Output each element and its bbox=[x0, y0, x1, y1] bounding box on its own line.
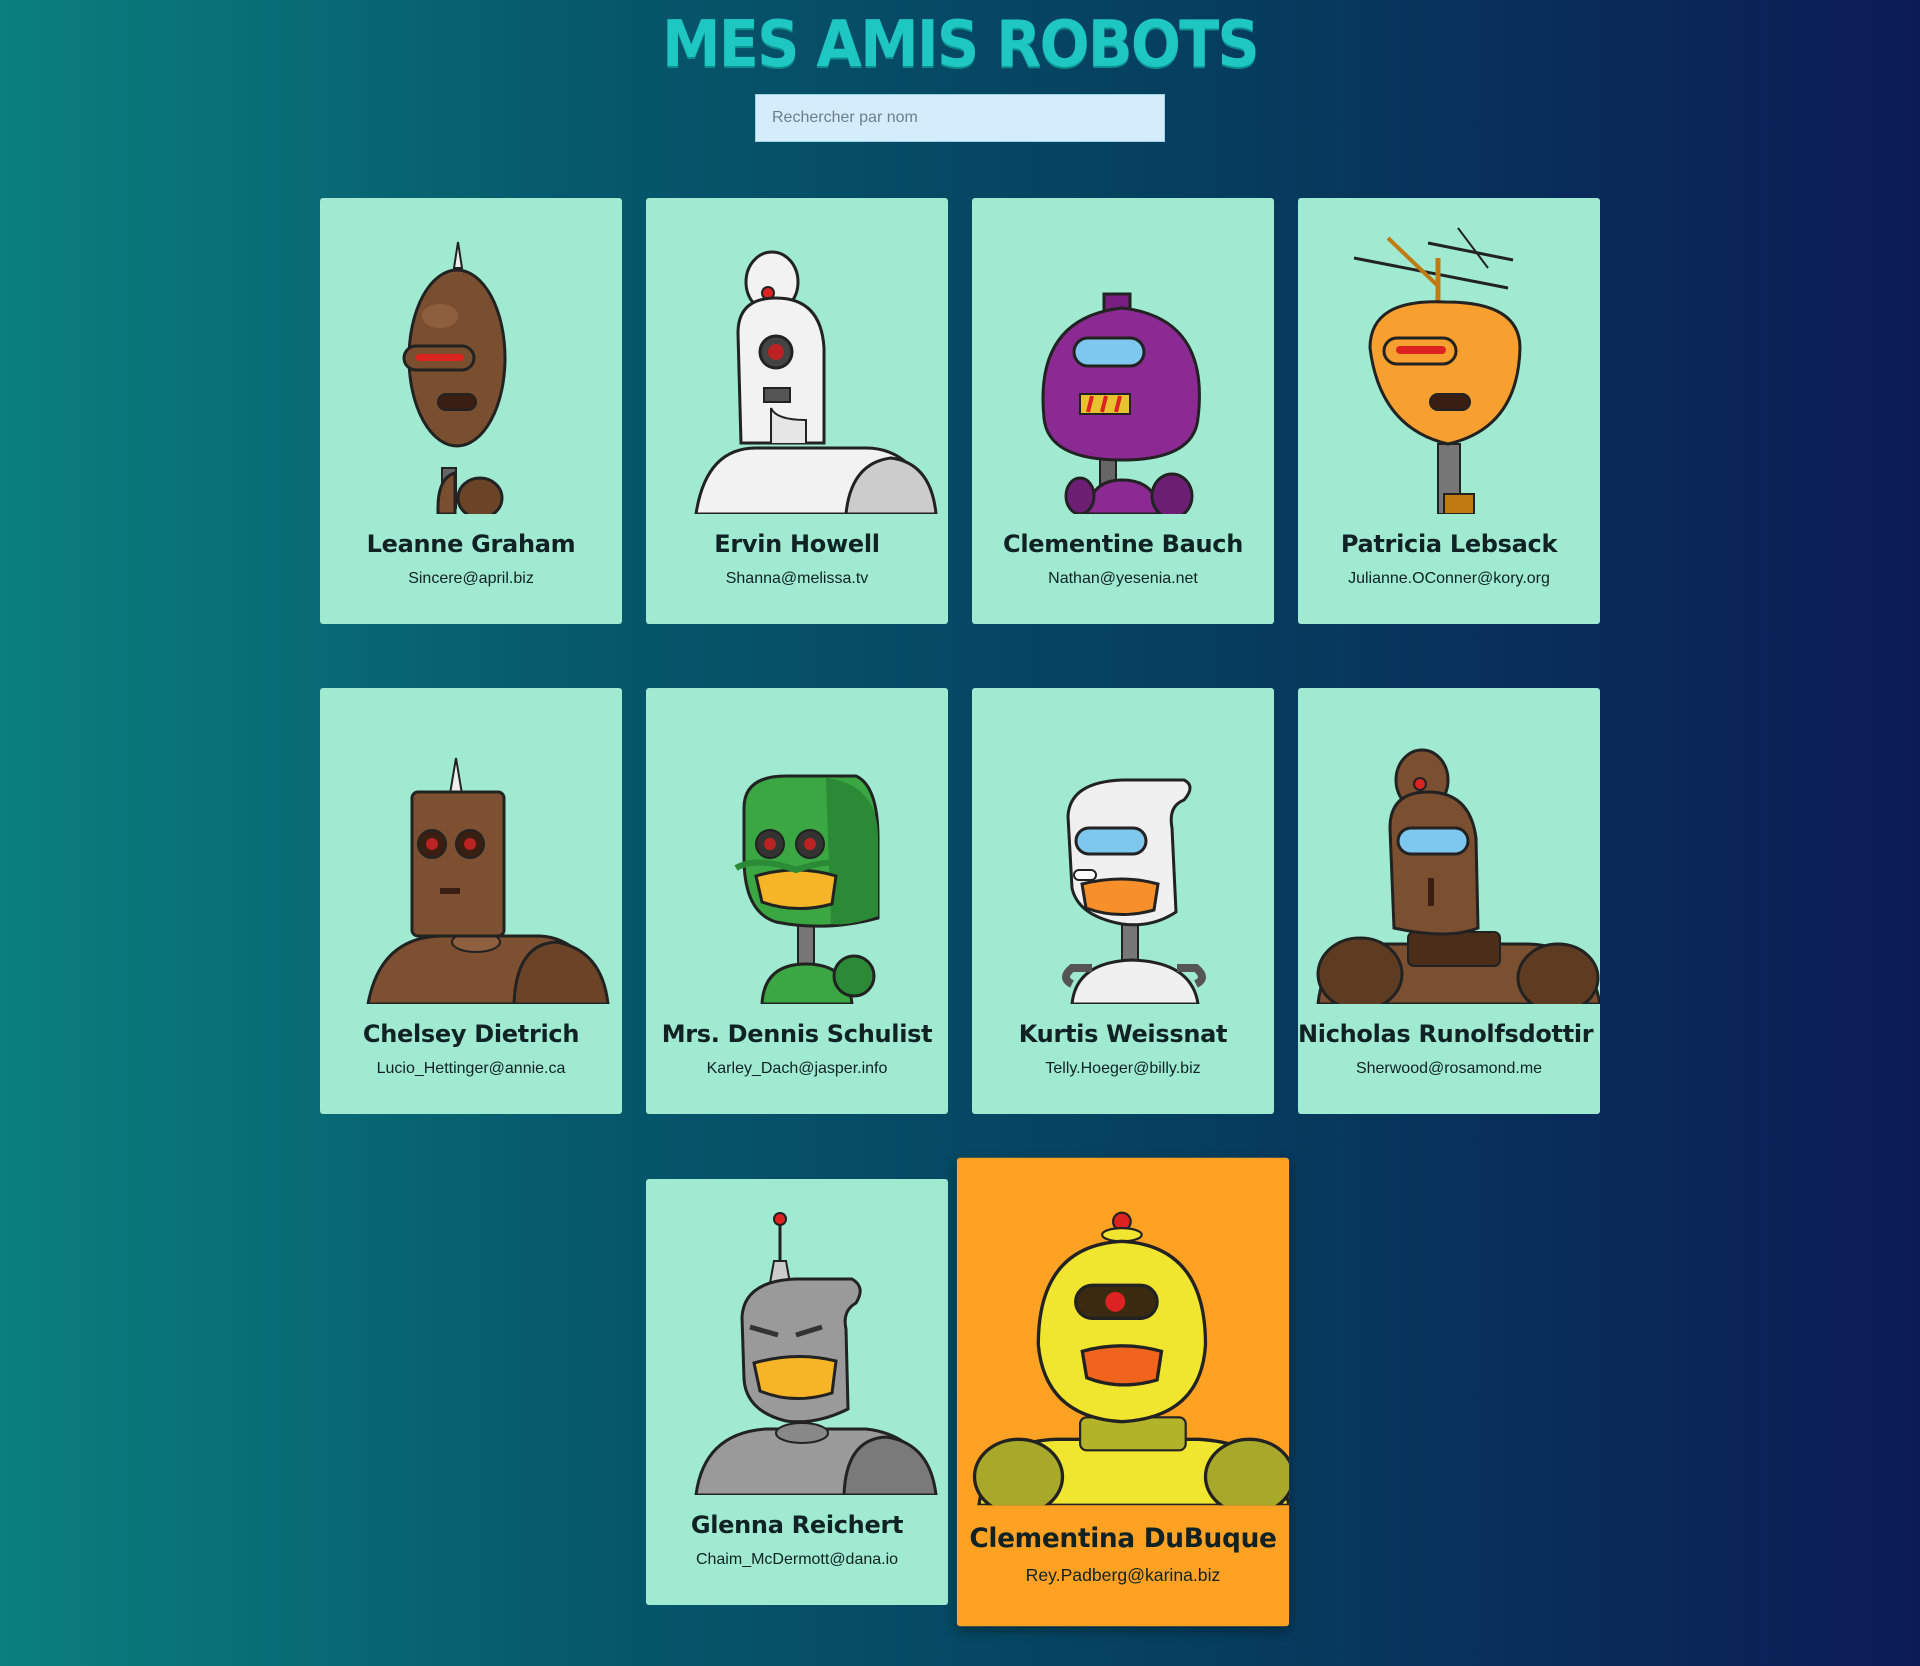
robot-email: Chaim_McDermott@dana.io bbox=[695, 1551, 899, 1568]
robot-card[interactable]: Chelsey Dietrich Lucio_Hettinger@annie.c… bbox=[320, 688, 622, 1114]
robot-name: Mrs. Dennis Schulist bbox=[661, 1020, 933, 1048]
robot-name: Glenna Reichert bbox=[690, 1511, 904, 1539]
robot-card[interactable]: Ervin Howell Shanna@melissa.tv bbox=[646, 198, 948, 624]
robot-avatar bbox=[957, 1158, 1290, 1506]
robot-card[interactable]: Mrs. Dennis Schulist Karley_Dach@jasper.… bbox=[646, 688, 948, 1114]
robot-name: Leanne Graham bbox=[366, 530, 576, 558]
robot-email: Shanna@melissa.tv bbox=[725, 570, 869, 587]
robot-card[interactable]: Patricia Lebsack Julianne.OConner@kory.o… bbox=[1298, 198, 1600, 624]
robot-avatar bbox=[320, 688, 622, 1004]
robot-card[interactable]: Clementina DuBuque Rey.Padberg@karina.bi… bbox=[956, 1157, 1290, 1627]
robot-email: Telly.Hoeger@billy.biz bbox=[1045, 1060, 1201, 1077]
robot-avatar bbox=[972, 688, 1274, 1004]
robot-avatar bbox=[646, 688, 948, 1004]
robot-avatar bbox=[646, 198, 948, 514]
robot-name: Ervin Howell bbox=[714, 530, 880, 558]
robot-avatar bbox=[1298, 198, 1600, 514]
robot-email: Lucio_Hettinger@annie.ca bbox=[376, 1060, 566, 1077]
robot-email: Julianne.OConner@kory.org bbox=[1348, 570, 1550, 587]
robot-avatar bbox=[320, 198, 622, 514]
robot-name: Clementina DuBuque bbox=[969, 1522, 1277, 1554]
robot-name: Nicholas Runolfsdottir V bbox=[1298, 1020, 1600, 1048]
robot-card[interactable]: Kurtis Weissnat Telly.Hoeger@billy.biz bbox=[972, 688, 1274, 1114]
robot-avatar bbox=[646, 1179, 948, 1495]
robot-name: Kurtis Weissnat bbox=[1018, 1020, 1228, 1048]
robot-card[interactable]: Leanne Graham Sincere@april.biz bbox=[320, 198, 622, 624]
robot-card[interactable]: Glenna Reichert Chaim_McDermott@dana.io bbox=[646, 1179, 948, 1605]
search-input[interactable] bbox=[755, 94, 1165, 142]
robot-name: Patricia Lebsack bbox=[1340, 530, 1558, 558]
robot-email: Sincere@april.biz bbox=[408, 570, 534, 587]
robot-avatar bbox=[1298, 688, 1600, 1004]
robot-email: Nathan@yesenia.net bbox=[1048, 570, 1198, 587]
page-title: Mes amis robots bbox=[662, 8, 1260, 82]
robot-name: Clementine Bauch bbox=[1003, 530, 1243, 558]
robot-card[interactable]: Clementine Bauch Nathan@yesenia.net bbox=[972, 198, 1274, 624]
robot-email: Rey.Padberg@karina.biz bbox=[1025, 1566, 1221, 1586]
robot-email: Karley_Dach@jasper.info bbox=[706, 1060, 888, 1077]
robot-card[interactable]: Nicholas Runolfsdottir V Sherwood@rosamo… bbox=[1298, 688, 1600, 1114]
robot-name: Chelsey Dietrich bbox=[362, 1020, 580, 1048]
robot-email: Sherwood@rosamond.me bbox=[1355, 1060, 1543, 1077]
robot-avatar bbox=[972, 198, 1274, 514]
